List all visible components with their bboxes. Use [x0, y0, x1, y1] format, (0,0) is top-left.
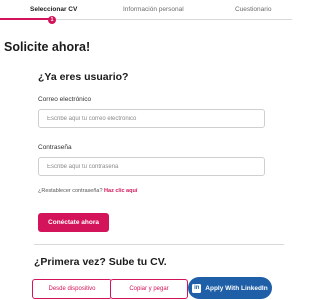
current-step-indicator: 1	[48, 15, 56, 24]
password-field[interactable]	[38, 157, 265, 176]
email-label: Correo electrónico	[38, 96, 92, 103]
password-label: Contraseña	[38, 144, 72, 151]
reset-password-text: ¿Restablecer contraseña?	[38, 188, 103, 194]
step-informacion-personal: Información personal	[123, 6, 184, 13]
step-seleccionar-cv: Seleccionar CV	[30, 6, 78, 13]
progress-stepper: Seleccionar CV Información personal Cues…	[0, 0, 292, 24]
copy-paste-button[interactable]: Copiar y pegar	[110, 279, 188, 299]
page-title: Solicite ahora!	[4, 40, 91, 54]
stepper-progress-bar	[0, 18, 52, 20]
apply-with-linkedin-button[interactable]: in Apply With LinkedIn	[188, 277, 272, 299]
email-field[interactable]	[38, 109, 265, 128]
step-cuestionario: Cuestionario	[235, 6, 272, 13]
linkedin-icon: in	[192, 283, 202, 293]
linkedin-button-label: Apply With LinkedIn	[205, 284, 268, 292]
upload-from-device-button[interactable]: Desde dispositivo	[32, 279, 112, 299]
login-button[interactable]: Conéctate ahora	[38, 213, 109, 232]
login-section-title: ¿Ya eres usuario?	[38, 71, 129, 83]
upload-section-title: ¿Primera vez? Sube tu CV.	[34, 256, 167, 268]
reset-password-link[interactable]: Haz clic aquí	[104, 188, 137, 194]
reset-password-row: ¿Restablecer contraseña? Haz clic aquí	[38, 188, 137, 194]
section-divider	[34, 244, 284, 245]
